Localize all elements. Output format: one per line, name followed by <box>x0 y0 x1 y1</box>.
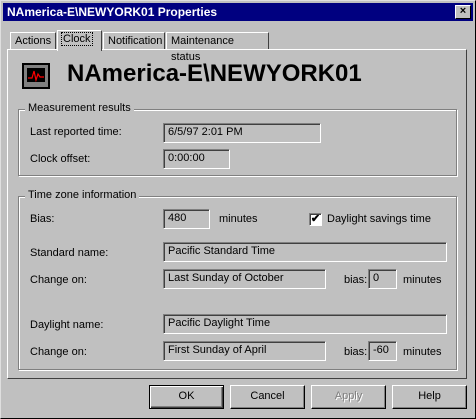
daylight-change-on-label: Change on: <box>30 346 87 358</box>
clock-offset-label: Clock offset: <box>30 153 91 165</box>
ok-button[interactable]: OK <box>149 385 224 409</box>
standard-bias-field[interactable]: 0 <box>368 269 397 289</box>
last-reported-time-field: 6/5/97 2:01 PM <box>163 123 321 143</box>
title-bar[interactable]: NAmerica-E\NEWYORK01 Properties × <box>3 3 473 21</box>
standard-bias-units-label: minutes <box>403 274 442 286</box>
bias-field[interactable]: 480 <box>163 209 210 229</box>
standard-bias-label: bias: <box>344 274 368 286</box>
daylight-name-label: Daylight name: <box>30 319 104 331</box>
last-reported-time-label: Last reported time: <box>30 126 122 138</box>
bias-units-label: minutes <box>219 213 258 225</box>
standard-name-label: Standard name: <box>30 247 109 259</box>
tab-actions[interactable]: Actions <box>10 32 56 50</box>
help-button[interactable]: Help <box>392 385 467 409</box>
cancel-button[interactable]: Cancel <box>230 385 305 409</box>
apply-button[interactable]: Apply <box>311 385 386 409</box>
measurement-results-legend: Measurement results <box>25 102 134 114</box>
daylight-bias-label: bias: <box>344 346 368 358</box>
tab-clock[interactable]: Clock <box>57 30 102 51</box>
standard-change-on-field[interactable]: Last Sunday of October <box>163 269 326 289</box>
tab-maintenance-status[interactable]: Maintenance status <box>166 32 269 63</box>
standard-name-field[interactable]: Pacific Standard Time <box>163 242 447 262</box>
time-zone-legend: Time zone information <box>25 189 140 201</box>
daylight-change-on-field[interactable]: First Sunday of April <box>163 341 326 361</box>
daylight-bias-units-label: minutes <box>403 346 442 358</box>
daylight-savings-checkbox[interactable]: ✔ <box>309 213 322 226</box>
daylight-bias-field[interactable]: -60 <box>368 341 397 361</box>
daylight-savings-label[interactable]: Daylight savings time <box>327 213 431 225</box>
daylight-name-field[interactable]: Pacific Daylight Time <box>163 314 447 334</box>
close-button[interactable]: × <box>455 5 471 19</box>
window-title: NAmerica-E\NEWYORK01 Properties <box>7 5 218 19</box>
clock-offset-field: 0:00:00 <box>163 149 230 169</box>
bias-label: Bias: <box>30 213 55 225</box>
tab-notification[interactable]: Notification <box>103 32 165 50</box>
standard-change-on-label: Change on: <box>30 274 87 286</box>
